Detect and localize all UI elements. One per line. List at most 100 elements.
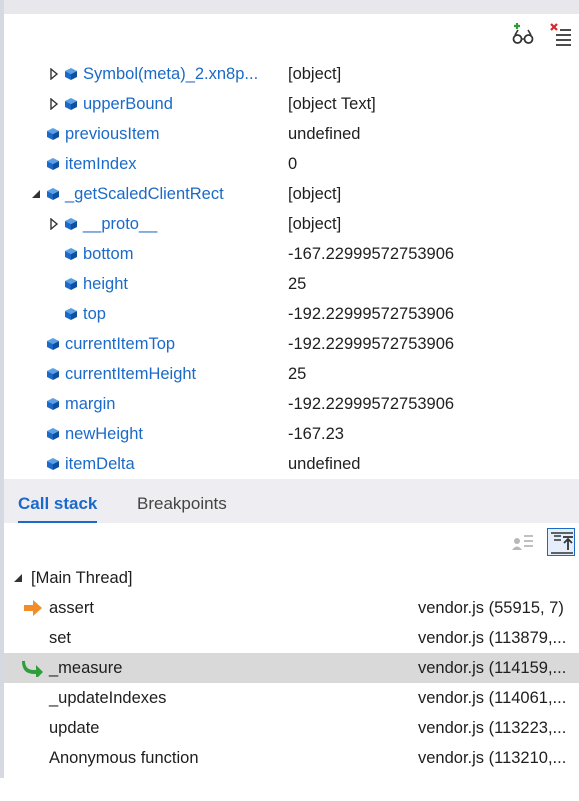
- watch-panel: Symbol(meta)_2.xn8p... [object] upperBound…: [4, 59, 579, 479]
- delete-all-watches-button[interactable]: [548, 21, 574, 47]
- watch-value[interactable]: undefined: [288, 123, 361, 145]
- watch-value[interactable]: 25: [288, 273, 306, 295]
- call-stack-frame[interactable]: _measure vendor.js (114159,...: [4, 653, 579, 683]
- watch-row[interactable]: bottom -167.22999572753906: [4, 239, 579, 269]
- frame-location: vendor.js (113223,...: [418, 719, 567, 737]
- watch-name: currentItemTop: [65, 335, 176, 353]
- current-frame-arrow-icon: [22, 599, 44, 617]
- call-stack-frame[interactable]: _updateIndexes vendor.js (114061,...: [4, 683, 579, 713]
- step-into-frame-icon: [551, 532, 573, 554]
- watch-name: previousItem: [65, 125, 160, 143]
- property-cube-icon: [46, 337, 60, 351]
- watch-row[interactable]: newHeight -167.23: [4, 419, 579, 449]
- frame-location: vendor.js (55915, 7): [418, 599, 564, 617]
- expand-triangle-icon[interactable]: [48, 218, 60, 230]
- thread-label: [Main Thread]: [31, 569, 133, 587]
- watch-row[interactable]: itemDelta undefined: [4, 449, 579, 479]
- delete-all-watches-icon: [550, 23, 571, 46]
- watch-row[interactable]: _getScaledClientRect [object]: [4, 179, 579, 209]
- frame-name: assert: [49, 599, 94, 617]
- watch-value[interactable]: [object]: [288, 63, 341, 85]
- show-external-code-icon: [512, 535, 533, 550]
- property-cube-icon: [46, 457, 60, 471]
- add-watch-icon: [512, 23, 534, 44]
- frame-name: update: [49, 719, 100, 737]
- frame-name: _measure: [49, 659, 123, 677]
- property-cube-icon: [46, 367, 60, 381]
- thread-row[interactable]: [Main Thread]: [4, 563, 579, 593]
- watch-row[interactable]: __proto__ [object]: [4, 209, 579, 239]
- expand-triangle-icon[interactable]: [48, 98, 60, 110]
- property-cube-icon: [46, 187, 60, 201]
- watch-name: __proto__: [83, 215, 158, 233]
- call-stack-frame[interactable]: Anonymous function vendor.js (113210,...: [4, 743, 579, 773]
- watch-name: height: [83, 275, 128, 293]
- bottom-strip: [0, 778, 579, 801]
- frame-location: vendor.js (113210,...: [418, 749, 567, 767]
- call-stack-frame[interactable]: assert vendor.js (55915, 7): [4, 593, 579, 623]
- watch-value[interactable]: 0: [288, 153, 297, 175]
- watch-name: top: [83, 305, 106, 323]
- property-cube-icon: [64, 307, 78, 321]
- tab-call-stack[interactable]: Call stack: [18, 487, 98, 523]
- property-cube-icon: [64, 277, 78, 291]
- frame-location: vendor.js (114061,...: [418, 689, 567, 707]
- watch-toolbar: [4, 14, 579, 54]
- watch-name: newHeight: [65, 425, 143, 443]
- frame-name: _updateIndexes: [49, 689, 167, 707]
- property-cube-icon: [46, 127, 60, 141]
- frame-name: set: [49, 629, 72, 647]
- collapse-triangle-icon[interactable]: [30, 188, 42, 200]
- tab-strip: Call stack Breakpoints: [4, 487, 579, 523]
- call-stack-frame[interactable]: update vendor.js (113223,...: [4, 713, 579, 743]
- watch-name: itemIndex: [65, 155, 137, 173]
- watch-value[interactable]: 25: [288, 363, 306, 385]
- watch-name: _getScaledClientRect: [65, 185, 224, 203]
- watch-value[interactable]: -167.22999572753906: [288, 243, 454, 265]
- property-cube-icon: [46, 427, 60, 441]
- call-return-arrow-icon: [22, 659, 44, 677]
- frame-location: vendor.js (113879,...: [418, 629, 567, 647]
- tab-breakpoints[interactable]: Breakpoints: [137, 487, 227, 521]
- property-cube-icon: [64, 247, 78, 261]
- watch-name: currentItemHeight: [65, 365, 197, 383]
- property-cube-icon: [46, 397, 60, 411]
- collapse-triangle-icon[interactable]: [12, 572, 24, 584]
- watch-name: bottom: [83, 245, 134, 263]
- property-cube-icon: [64, 67, 78, 81]
- watch-row[interactable]: currentItemHeight 25: [4, 359, 579, 389]
- watch-name: itemDelta: [65, 455, 135, 473]
- expand-triangle-icon[interactable]: [48, 68, 60, 80]
- frame-location: vendor.js (114159,...: [418, 659, 567, 677]
- watch-name: upperBound: [83, 95, 173, 113]
- watch-row[interactable]: height 25: [4, 269, 579, 299]
- watch-row[interactable]: previousItem undefined: [4, 119, 579, 149]
- watch-name: Symbol(meta)_2.xn8p...: [83, 65, 259, 83]
- show-external-code-button[interactable]: [508, 528, 536, 556]
- watch-value[interactable]: [object]: [288, 183, 341, 205]
- property-cube-icon: [64, 97, 78, 111]
- watch-header-strip: [4, 0, 579, 14]
- step-into-frame-button[interactable]: [547, 528, 575, 556]
- watch-value[interactable]: [object]: [288, 213, 341, 235]
- property-cube-icon: [46, 157, 60, 171]
- frame-name: Anonymous function: [49, 749, 199, 767]
- watch-value[interactable]: [object Text]: [288, 93, 376, 115]
- watch-row[interactable]: Symbol(meta)_2.xn8p... [object]: [4, 59, 579, 89]
- add-watch-button[interactable]: [510, 21, 536, 47]
- call-stack-toolbar: [4, 524, 579, 560]
- watch-value[interactable]: -192.22999572753906: [288, 393, 454, 415]
- call-stack-frame[interactable]: set vendor.js (113879,...: [4, 623, 579, 653]
- watch-row[interactable]: currentItemTop -192.22999572753906: [4, 329, 579, 359]
- watch-value[interactable]: -192.22999572753906: [288, 303, 454, 325]
- watch-row[interactable]: upperBound [object Text]: [4, 89, 579, 119]
- watch-row[interactable]: margin -192.22999572753906: [4, 389, 579, 419]
- watch-value[interactable]: -192.22999572753906: [288, 333, 454, 355]
- watch-row[interactable]: itemIndex 0: [4, 149, 579, 179]
- call-stack-list: [Main Thread] assert vendor.js (55915, 7)…: [4, 563, 579, 778]
- watch-name: margin: [65, 395, 116, 413]
- watch-value[interactable]: undefined: [288, 453, 361, 475]
- panel-splitter[interactable]: [4, 479, 579, 487]
- watch-row[interactable]: top -192.22999572753906: [4, 299, 579, 329]
- watch-value[interactable]: -167.23: [288, 423, 344, 445]
